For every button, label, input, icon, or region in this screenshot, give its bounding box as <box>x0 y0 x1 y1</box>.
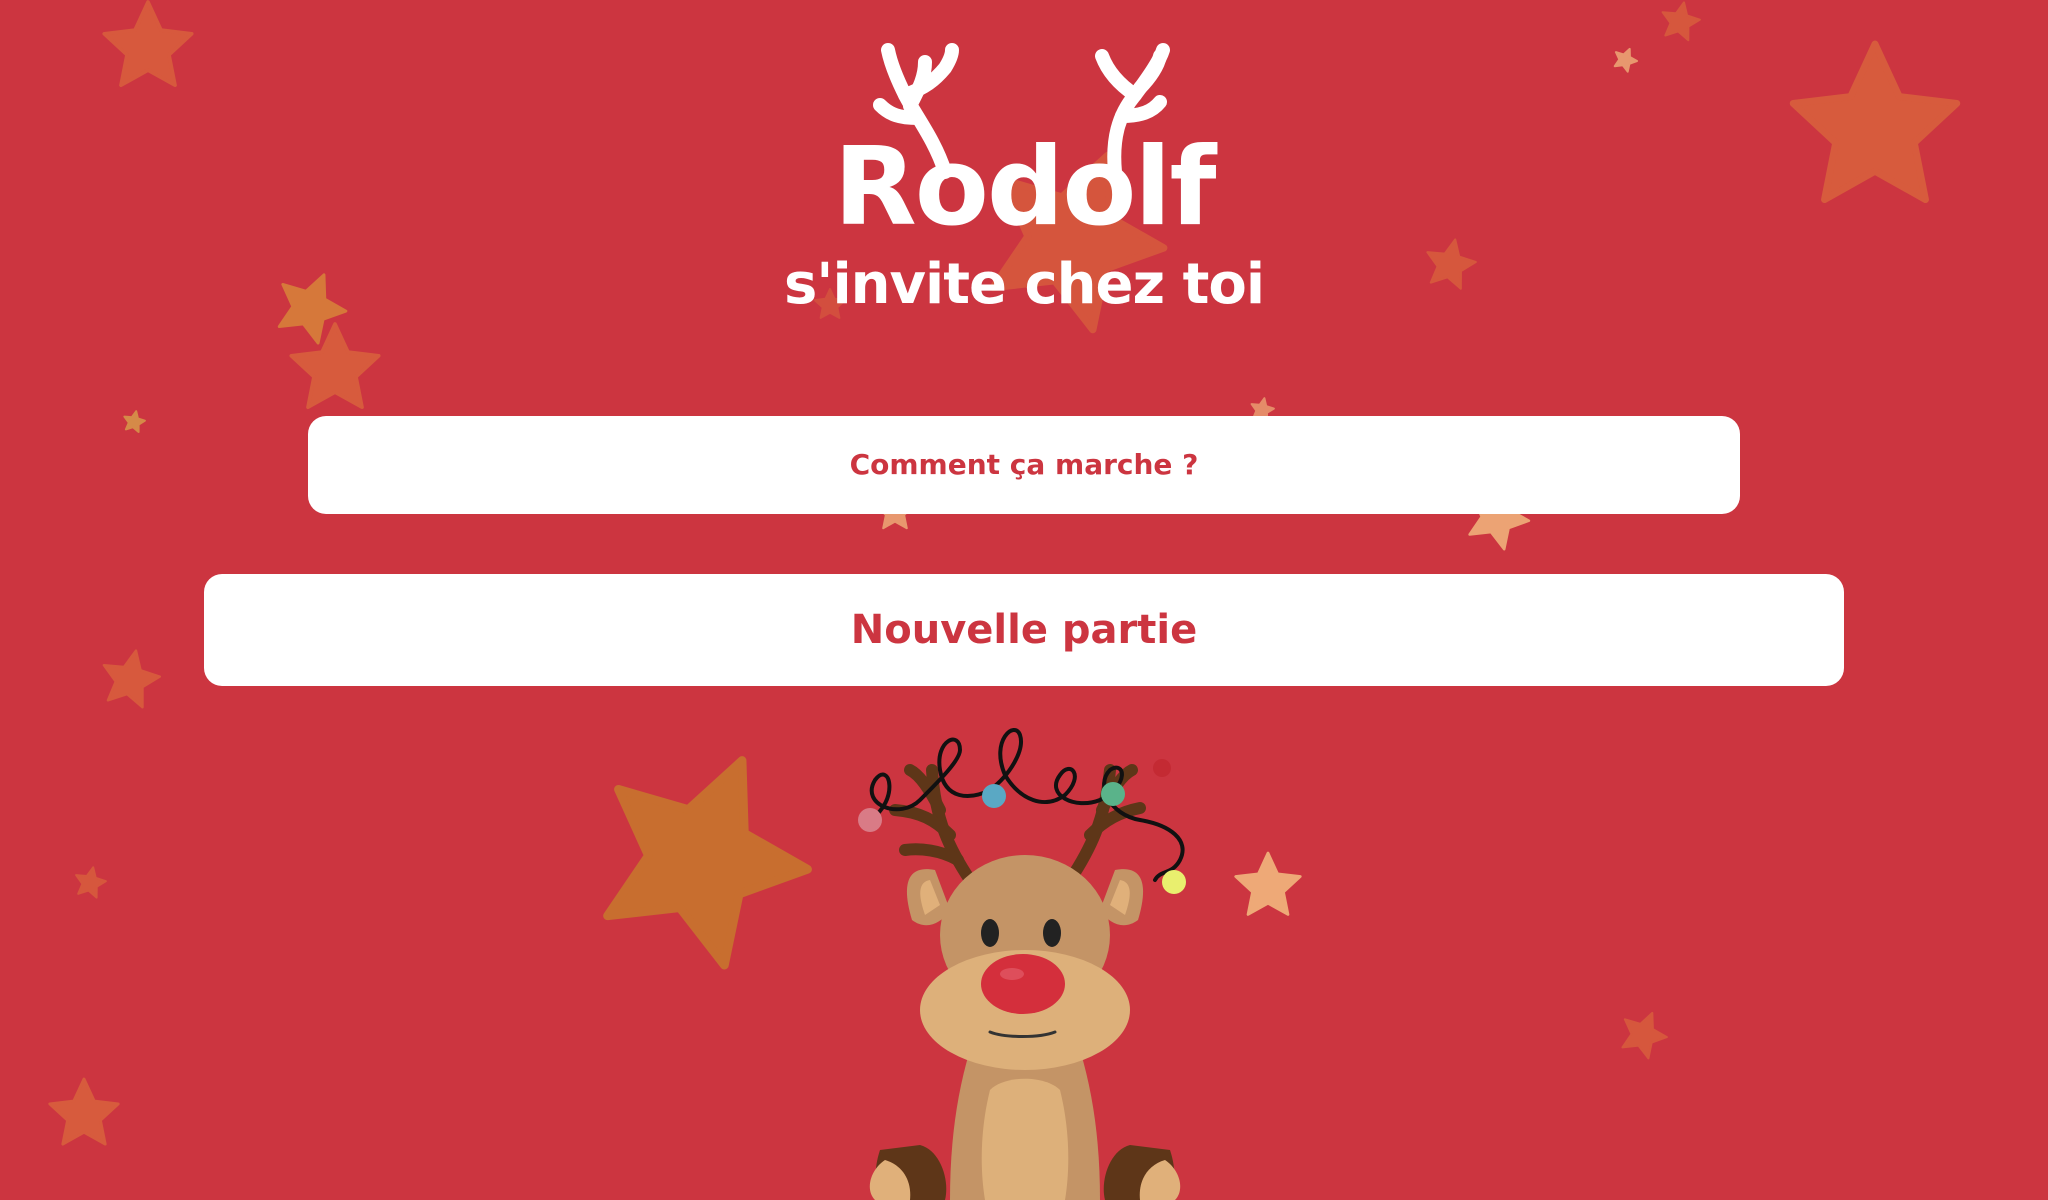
app-title: Rodolf <box>833 125 1217 250</box>
star-icon <box>75 866 107 899</box>
star-icon <box>603 756 812 970</box>
star-icon <box>289 322 381 410</box>
new-game-button[interactable]: Nouvelle partie <box>204 574 1844 686</box>
star-icon <box>48 1077 120 1146</box>
reindeer-illustration <box>858 728 1186 1200</box>
star-icon <box>1621 1011 1668 1060</box>
how-it-works-button[interactable]: Comment ça marche ? <box>308 416 1740 514</box>
logo: Rodolf s'invite chez toi <box>0 0 2048 330</box>
app-subtitle: s'invite chez toi <box>783 252 1265 317</box>
star-icon <box>123 410 146 433</box>
star-icon <box>1234 851 1302 916</box>
star-icon <box>102 649 162 709</box>
